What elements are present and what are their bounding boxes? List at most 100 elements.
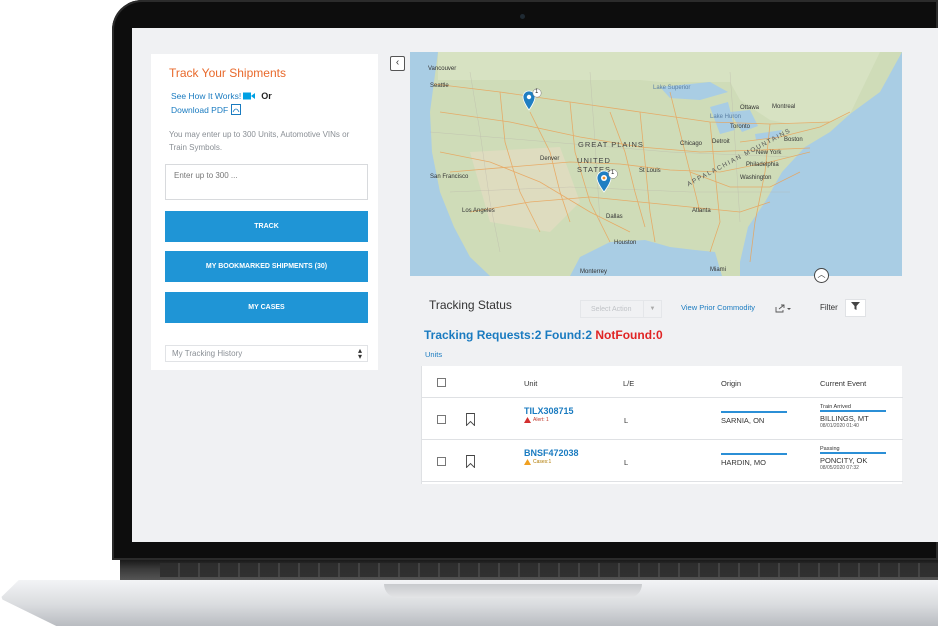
map-label-st-louis: St Louis bbox=[639, 168, 661, 174]
my-cases-button[interactable]: MY CASES bbox=[165, 292, 368, 323]
map-label-denver: Denver bbox=[540, 156, 560, 162]
row-checkbox[interactable] bbox=[437, 457, 446, 466]
map-label-toronto: Toronto bbox=[730, 124, 751, 130]
filter-label: Filter bbox=[820, 303, 838, 312]
bookmarked-shipments-button[interactable]: MY BOOKMARKED SHIPMENTS (30) bbox=[165, 251, 368, 282]
event-location: PONCITY, OK bbox=[820, 456, 868, 465]
warning-triangle-icon bbox=[524, 459, 531, 465]
map-label-dallas: Dallas bbox=[606, 214, 623, 220]
laptop-screen: Track Your Shipments See How It Works! O… bbox=[132, 28, 938, 542]
origin-progress-bar bbox=[721, 411, 787, 413]
map-label-boston: Boston bbox=[784, 137, 803, 143]
summary-requests: Tracking Requests:2 bbox=[424, 328, 542, 342]
column-header-le[interactable]: L/E bbox=[623, 379, 634, 388]
filter-icon bbox=[851, 302, 860, 310]
unit-cell: TILX308715 Alert: 1 bbox=[524, 406, 574, 423]
origin-cell: HARDIN, MO bbox=[721, 453, 787, 467]
pdf-icon[interactable] bbox=[231, 104, 242, 115]
track-button[interactable]: TRACK bbox=[165, 211, 368, 242]
origin-text: HARDIN, MO bbox=[721, 458, 766, 467]
map-label-lake-huron: Lake Huron bbox=[710, 114, 742, 120]
units-input[interactable]: Enter up to 300 ... bbox=[165, 164, 368, 200]
current-event-cell: Train Arrived BILLINGS, MT 08/01/2020 01… bbox=[820, 404, 886, 429]
unit-link[interactable]: TILX308715 bbox=[524, 406, 574, 416]
column-header-current-event[interactable]: Current Event bbox=[820, 379, 866, 388]
map-label-miami: Miami bbox=[710, 267, 726, 273]
bookmark-icon[interactable] bbox=[466, 413, 475, 426]
track-shipments-panel: Track Your Shipments See How It Works! O… bbox=[151, 54, 378, 370]
select-all-checkbox[interactable] bbox=[437, 378, 446, 387]
map-label-monterrey: Monterrey bbox=[580, 269, 608, 275]
chevron-down-icon: ▼ bbox=[643, 301, 661, 317]
pin-count: 1 bbox=[535, 89, 539, 95]
map-label-new-york: New York bbox=[756, 150, 782, 156]
summary-not-found: NotFound:0 bbox=[595, 328, 663, 342]
export-button[interactable] bbox=[775, 304, 791, 315]
panel-title: Track Your Shipments bbox=[169, 66, 286, 80]
cases-text: Cases:1 bbox=[533, 459, 552, 465]
column-header-origin[interactable]: Origin bbox=[721, 379, 741, 388]
laptop-lid-notch bbox=[384, 584, 642, 598]
map-label-los-angeles: Los Angeles bbox=[462, 208, 495, 214]
shipment-map[interactable]: Vancouver Seattle Lake Superior Lake Hur… bbox=[410, 52, 902, 276]
table-header: Unit L/E Origin Current Event bbox=[422, 366, 903, 398]
map-collapse-button[interactable]: ︿ bbox=[814, 268, 829, 283]
current-event-cell: Passing PONCITY, OK 08/05/2020 07:32 bbox=[820, 446, 886, 471]
download-pdf-link[interactable]: Download PDF bbox=[171, 105, 228, 115]
map-label-chicago: Chicago bbox=[680, 141, 703, 147]
table-row[interactable]: TILX308715 Alert: 1 L SARNIA, ON Train A… bbox=[422, 399, 903, 440]
tracking-summary: Tracking Requests:2 Found:2 NotFound:0 bbox=[424, 328, 663, 342]
select-arrows-icon: ▴ ▾ bbox=[357, 346, 362, 361]
see-how-it-works: See How It Works! Or bbox=[171, 91, 272, 101]
units-tab[interactable]: Units bbox=[425, 350, 442, 359]
video-icon[interactable] bbox=[243, 92, 256, 100]
unit-link[interactable]: BNSF472038 bbox=[524, 448, 579, 458]
tracking-table: Unit L/E Origin Current Event TILX308715… bbox=[421, 366, 903, 484]
select-action-dropdown[interactable]: Select Action ▼ bbox=[580, 300, 662, 318]
map-label-vancouver: Vancouver bbox=[428, 66, 457, 72]
map-label-philadelphia: Philadelphia bbox=[746, 162, 779, 168]
map-label-atlanta: Atlanta bbox=[692, 208, 711, 214]
map-label-detroit: Detroit bbox=[712, 139, 730, 145]
origin-progress-bar bbox=[721, 453, 787, 455]
filter-button[interactable] bbox=[845, 299, 866, 317]
event-location: BILLINGS, MT bbox=[820, 414, 869, 423]
tracking-history-value: My Tracking History bbox=[172, 349, 243, 358]
map-pin-icon bbox=[522, 88, 542, 111]
pin-count: 1 bbox=[611, 170, 615, 176]
le-cell: L bbox=[624, 458, 629, 467]
view-prior-commodity-link[interactable]: View Prior Commodity bbox=[681, 303, 755, 312]
event-time: 08/01/2020 01:40 bbox=[820, 423, 859, 429]
export-icon bbox=[775, 304, 791, 313]
bookmark-icon[interactable] bbox=[466, 455, 475, 468]
tracking-status-title: Tracking Status bbox=[429, 298, 512, 312]
map-pin-icon bbox=[596, 169, 618, 193]
cases-badge[interactable]: Cases:1 bbox=[524, 459, 579, 465]
see-how-link[interactable]: See How It Works! bbox=[171, 91, 241, 101]
table-row[interactable]: BNSF472038 Cases:1 L HARDIN, MO Passing … bbox=[422, 441, 903, 482]
summary-found: Found:2 bbox=[544, 328, 593, 342]
or-text: Or bbox=[261, 91, 272, 101]
webcam bbox=[520, 14, 525, 19]
map-label-washington: Washington bbox=[740, 175, 772, 181]
row-checkbox[interactable] bbox=[437, 415, 446, 424]
map-label-ottawa: Ottawa bbox=[740, 105, 760, 111]
map-label-san-francisco: San Francisco bbox=[430, 174, 469, 180]
alert-badge[interactable]: Alert: 1 bbox=[524, 417, 574, 423]
map-label-seattle: Seattle bbox=[430, 83, 449, 89]
map-label-houston: Houston bbox=[614, 240, 637, 246]
event-time: 08/05/2020 07:32 bbox=[820, 465, 859, 471]
download-pdf: Download PDF bbox=[171, 104, 242, 115]
origin-text: SARNIA, ON bbox=[721, 416, 765, 425]
select-action-label: Select Action bbox=[591, 305, 632, 313]
map-label-montreal: Montreal bbox=[772, 104, 796, 110]
collapse-panel-button[interactable]: ‹ bbox=[390, 56, 405, 71]
event-progress-bar bbox=[820, 410, 886, 412]
tracking-history-select[interactable]: My Tracking History ▴ ▾ bbox=[165, 345, 368, 362]
laptop-keyboard-edge bbox=[160, 563, 938, 577]
map-label-great-plains: GREAT PLAINS bbox=[578, 140, 644, 149]
unit-cell: BNSF472038 Cases:1 bbox=[524, 448, 579, 465]
input-hint: You may enter up to 300 Units, Automotiv… bbox=[169, 130, 350, 152]
map-label-lake-superior: Lake Superior bbox=[653, 85, 691, 91]
column-header-unit[interactable]: Unit bbox=[524, 379, 537, 388]
